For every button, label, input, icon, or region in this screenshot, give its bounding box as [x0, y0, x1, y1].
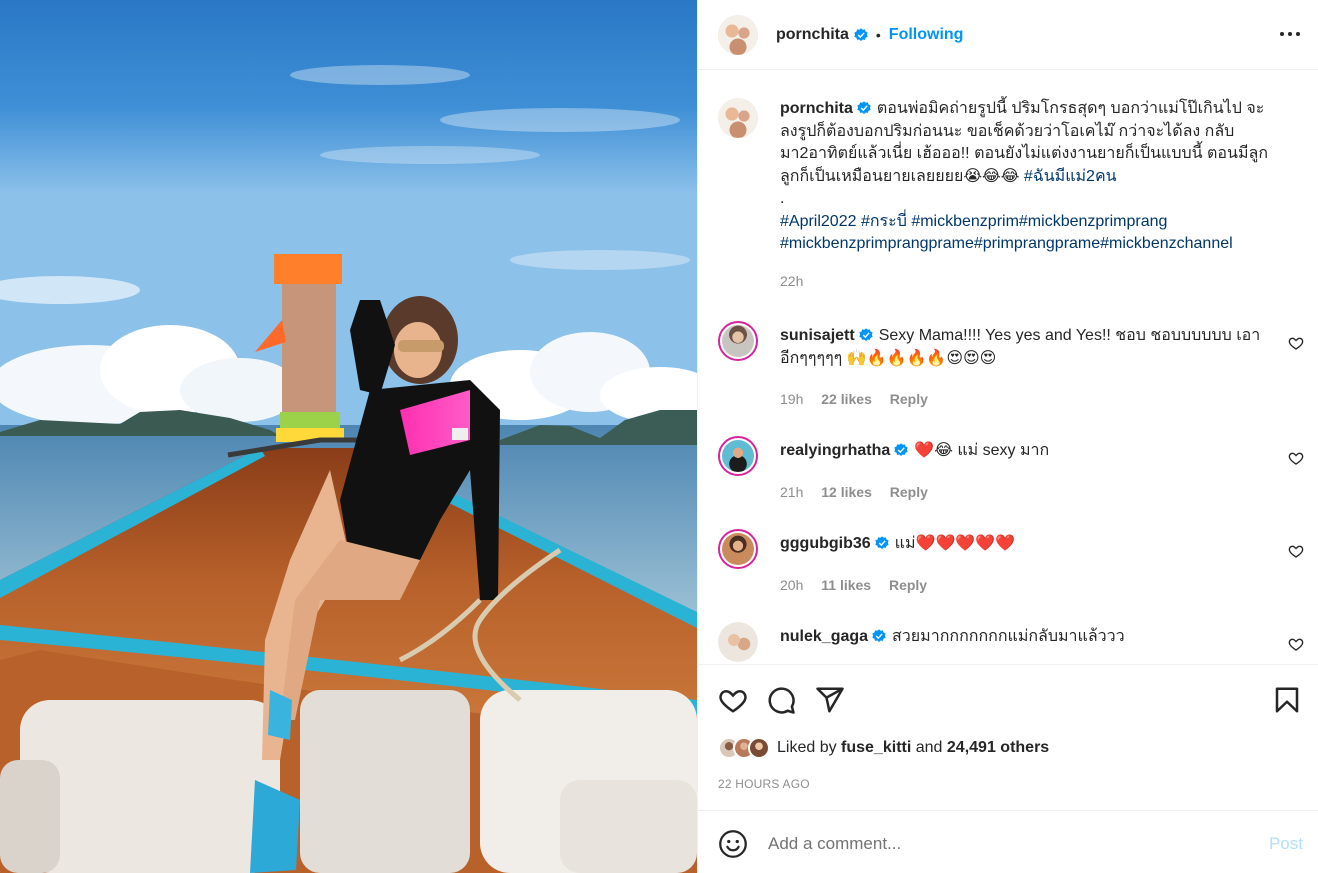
comment-body: nulek_gaga สวยมากกกกกกกแม่กลับมาแล้ววว	[780, 626, 1270, 649]
comment-likes[interactable]: 12 likes	[821, 484, 872, 500]
comment-text: ❤️😂 แม่ sexy มาก	[914, 442, 1050, 459]
bookmark-icon[interactable]	[1272, 685, 1302, 715]
comment-meta: 21h 12 likes Reply	[780, 484, 942, 500]
liked-by-user[interactable]: fuse_kitti	[841, 739, 911, 756]
caption-dot: .	[780, 190, 785, 207]
verified-badge-icon	[872, 629, 886, 642]
heart-icon[interactable]	[718, 685, 748, 715]
comment-like-heart-icon[interactable]	[1288, 636, 1304, 652]
post-comment-button[interactable]: Post	[1269, 834, 1303, 854]
commenter-avatar[interactable]	[718, 622, 758, 662]
post-image-scene	[0, 0, 697, 873]
comment-likes[interactable]: 22 likes	[821, 391, 872, 407]
commenter-avatar-photo	[722, 325, 754, 357]
comment-username[interactable]: realyingrhatha	[780, 442, 890, 459]
comment-likes[interactable]: 11 likes	[821, 577, 871, 593]
post-actions: Liked by fuse_kitti and 24,491 others 22…	[698, 664, 1318, 810]
hashtag-line-2[interactable]: #mickbenzprimprangprame#primprangprame#m…	[780, 233, 1270, 256]
verified-badge-icon	[854, 27, 868, 41]
more-horizontal-icon[interactable]	[1277, 22, 1303, 46]
liker-avatar	[748, 737, 770, 759]
caption-time[interactable]: 22h	[780, 270, 1270, 293]
post-image[interactable]	[0, 0, 697, 873]
paper-plane-icon[interactable]	[815, 685, 845, 715]
likes-prefix: Liked by	[777, 739, 837, 756]
commenter-avatar[interactable]	[718, 436, 758, 476]
author-avatar[interactable]	[718, 14, 758, 55]
author-avatar-photo	[718, 14, 758, 55]
commenter-avatar[interactable]	[718, 321, 758, 361]
comments-list[interactable]: pornchita ตอนพ่อมิคถ่ายรูปนี้ ปริมโกรธสุด…	[698, 70, 1318, 664]
comment-username[interactable]: gggubgib36	[780, 535, 871, 552]
commenter-avatar-photo	[718, 622, 758, 662]
comment-username[interactable]: sunisajett	[780, 327, 855, 344]
likes-summary: Liked by fuse_kitti and 24,491 others	[718, 737, 1049, 759]
following-button[interactable]: Following	[889, 26, 964, 44]
commenter-avatar-photo	[722, 440, 754, 472]
hashtag-link[interactable]: #ฉันมีแม่2คน	[1024, 168, 1117, 185]
comment-text: สวยมากกกกกกกแม่กลับมาแล้ววว	[892, 628, 1125, 645]
comment-meta: 20h 11 likes Reply	[780, 577, 941, 593]
verified-badge-icon	[859, 328, 873, 341]
likes-conj: and	[915, 739, 943, 756]
header-separator: •	[875, 26, 881, 43]
post-header: pornchita • Following	[698, 0, 1318, 70]
add-comment-bar: Post	[698, 810, 1318, 873]
comment-time[interactable]: 21h	[780, 484, 803, 500]
comment-time[interactable]: 19h	[780, 391, 803, 407]
commenter-avatar-photo	[722, 533, 754, 565]
likes-text: Liked by fuse_kitti and 24,491 others	[777, 739, 1049, 757]
comment-icon[interactable]	[766, 685, 796, 715]
post-sidebar: pornchita • Following pornchita ตอนพ่อมิค…	[697, 0, 1318, 873]
caption-author-avatar-photo	[718, 98, 758, 138]
comment-body: realyingrhatha ❤️😂 แม่ sexy มาก	[780, 440, 1270, 463]
hashtag-line-1[interactable]: #April2022 #กระบี่ #mickbenzprim#mickben…	[780, 211, 1270, 234]
comment-username[interactable]: nulek_gaga	[780, 628, 868, 645]
caption-body: pornchita ตอนพ่อมิคถ่ายรูปนี้ ปริมโกรธสุด…	[780, 98, 1270, 292]
comment-body: sunisajett Sexy Mama!!!! Yes yes and Yes!…	[780, 325, 1270, 370]
author-username[interactable]: pornchita	[776, 26, 849, 44]
comment-text: แม่❤️❤️❤️❤️❤️	[894, 535, 1016, 552]
reply-button[interactable]: Reply	[890, 484, 928, 500]
caption-username[interactable]: pornchita	[780, 100, 853, 117]
post-timestamp[interactable]: 22 HOURS AGO	[718, 777, 810, 791]
verified-badge-icon	[857, 101, 871, 114]
comment-meta: 19h 22 likes Reply	[780, 391, 942, 407]
comment-body: gggubgib36 แม่❤️❤️❤️❤️❤️	[780, 533, 1270, 556]
comment-time[interactable]: 20h	[780, 577, 803, 593]
comment-like-heart-icon[interactable]	[1288, 335, 1304, 351]
comment-like-heart-icon[interactable]	[1288, 450, 1304, 466]
verified-badge-icon	[894, 443, 908, 456]
emoji-icon[interactable]	[718, 829, 748, 859]
caption-author-avatar[interactable]	[718, 98, 758, 138]
commenter-avatar[interactable]	[718, 529, 758, 569]
verified-badge-icon	[875, 536, 889, 549]
comment-like-heart-icon[interactable]	[1288, 543, 1304, 559]
likes-others[interactable]: 24,491 others	[947, 739, 1049, 756]
reply-button[interactable]: Reply	[890, 391, 928, 407]
reply-button[interactable]: Reply	[889, 577, 927, 593]
comment-input[interactable]	[768, 831, 1238, 857]
